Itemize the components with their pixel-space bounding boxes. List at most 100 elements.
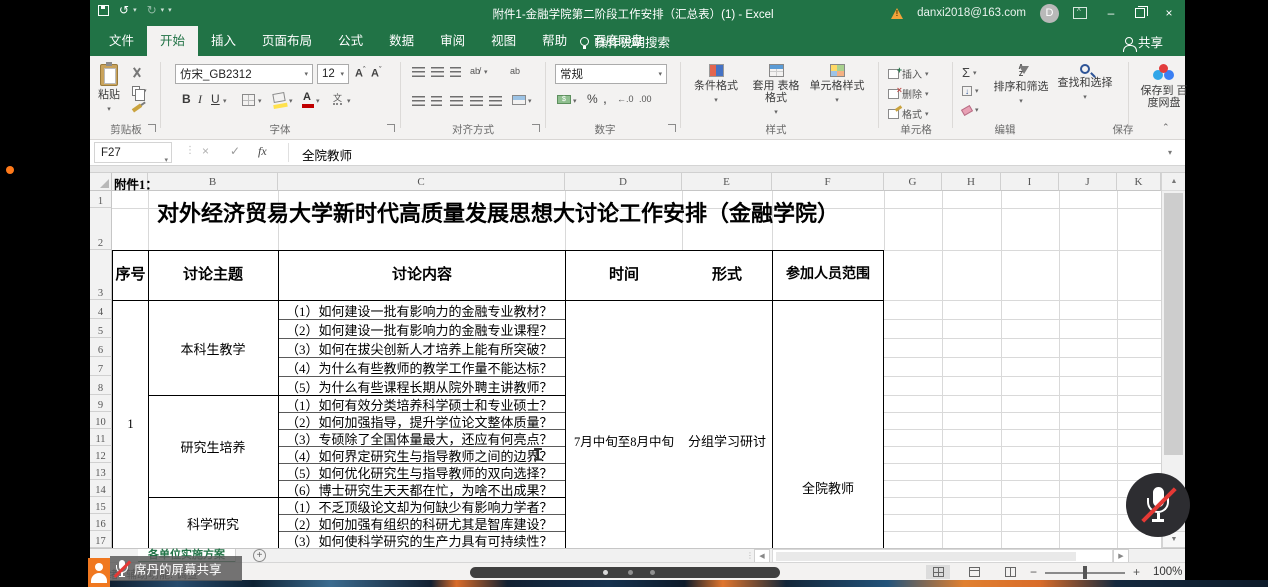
- clipboard-dialog-launcher[interactable]: [148, 124, 156, 132]
- cancel-icon[interactable]: ×: [202, 144, 209, 158]
- tell-me-search[interactable]: 操作说明搜索: [580, 26, 670, 56]
- row-header-11[interactable]: 11: [90, 429, 112, 446]
- font-color-icon[interactable]: A: [303, 92, 311, 103]
- comma-style-icon[interactable]: ,: [603, 90, 607, 106]
- customize-qat-icon[interactable]: ▾: [168, 6, 172, 14]
- topic-cell-2[interactable]: 研究生培养: [149, 396, 277, 497]
- fill-color-icon[interactable]: [272, 92, 285, 103]
- row-header-3[interactable]: 3: [90, 250, 112, 300]
- row-header-10[interactable]: 10: [90, 412, 112, 429]
- row-header-13[interactable]: 13: [90, 463, 112, 480]
- copy-button[interactable]: ▾: [132, 86, 147, 96]
- format-cells-button[interactable]: 格式▾: [888, 106, 929, 121]
- restore-button[interactable]: [1135, 8, 1145, 18]
- menu-tab-审阅[interactable]: 审阅: [427, 26, 478, 56]
- name-box[interactable]: F27▾: [94, 142, 172, 163]
- delete-cells-button[interactable]: 删除▾: [888, 86, 929, 101]
- cell-time[interactable]: 7月中旬至8月中旬: [566, 431, 682, 450]
- collapse-ribbon-icon[interactable]: ⌃: [1162, 122, 1170, 133]
- column-header-G[interactable]: G: [884, 173, 942, 191]
- menu-tab-视图[interactable]: 视图: [478, 26, 529, 56]
- minimize-button[interactable]: –: [1101, 6, 1121, 20]
- find-select-button[interactable]: 查找和选择▾: [1054, 64, 1116, 104]
- increase-decimal-icon[interactable]: ←.0: [617, 94, 634, 104]
- row-header-17[interactable]: 17: [90, 531, 112, 548]
- cell-serial[interactable]: 1: [113, 301, 148, 547]
- fill-button[interactable]: ↓▾: [962, 86, 979, 96]
- row-header-14[interactable]: 14: [90, 480, 112, 497]
- percent-style-icon[interactable]: %: [587, 92, 598, 106]
- vertical-scroll-thumb[interactable]: [1164, 193, 1183, 455]
- column-header-I[interactable]: I: [1001, 173, 1059, 191]
- column-header-H[interactable]: H: [942, 173, 1001, 191]
- row-header-7[interactable]: 7: [90, 357, 112, 376]
- table-row[interactable]: （4）为什么有些教师的教学工作量不能达标？: [279, 358, 565, 377]
- font-name-select[interactable]: 仿宋_GB2312▾: [175, 64, 313, 84]
- header-serial[interactable]: 序号: [113, 250, 148, 300]
- table-row[interactable]: （5）如何优化研究生与指导教师的双向选择？: [279, 464, 565, 481]
- number-format-select[interactable]: 常规▾: [555, 64, 667, 84]
- column-header-J[interactable]: J: [1059, 173, 1117, 191]
- insert-cells-button[interactable]: 插入▾: [888, 66, 929, 81]
- column-header-F[interactable]: F: [772, 173, 884, 191]
- row-header-1[interactable]: 1: [90, 191, 112, 208]
- insert-function-icon[interactable]: fx: [258, 144, 267, 159]
- enter-icon[interactable]: ✓: [230, 144, 240, 158]
- number-dialog-launcher[interactable]: [668, 124, 676, 132]
- table-row[interactable]: （1）如何建设一批有影响力的金融专业教材？: [279, 301, 565, 320]
- hscroll-right-icon[interactable]: ▶: [1113, 549, 1129, 563]
- namebox-splitter[interactable]: ⋮: [185, 145, 195, 156]
- orientation-icon[interactable]: ab̸: [470, 66, 480, 76]
- table-row[interactable]: （3）专硕除了全国体量最大，还应有何亮点？: [279, 430, 565, 447]
- column-header-D[interactable]: D: [565, 173, 682, 191]
- italic-button[interactable]: I: [198, 92, 202, 107]
- align-right-icon[interactable]: [450, 96, 463, 106]
- hscroll-left-icon[interactable]: ◀: [754, 549, 770, 563]
- redo-icon[interactable]: ↻: [147, 4, 157, 16]
- horizontal-scroll-thumb[interactable]: [776, 552, 1076, 561]
- save-to-baidu-button[interactable]: 保存到 百度网盘: [1136, 64, 1192, 109]
- formula-value[interactable]: 全院教师: [302, 145, 352, 164]
- row-header-16[interactable]: 16: [90, 514, 112, 531]
- header-topic[interactable]: 讨论主题: [149, 250, 277, 300]
- row-header-12[interactable]: 12: [90, 446, 112, 463]
- formula-bar-expand-icon[interactable]: ▾: [1168, 148, 1172, 157]
- row-header-4[interactable]: 4: [90, 300, 112, 319]
- cut-button[interactable]: [132, 68, 142, 78]
- font-dialog-launcher[interactable]: [387, 124, 395, 132]
- phonetic-guide-icon[interactable]: 文: [333, 93, 342, 105]
- underline-button[interactable]: U: [211, 92, 220, 106]
- header-time[interactable]: 时间: [566, 250, 682, 300]
- conditional-formatting-button[interactable]: 条件格式▾: [688, 64, 744, 107]
- table-row[interactable]: （3）如何在拔尖创新人才培养上能有所突破？: [279, 339, 565, 358]
- header-content[interactable]: 讨论内容: [279, 250, 565, 300]
- menu-tab-插入[interactable]: 插入: [198, 26, 249, 56]
- format-painter-button[interactable]: [132, 106, 142, 110]
- font-size-select[interactable]: 12▾: [317, 64, 349, 84]
- table-row[interactable]: （4）如何界定研究生与指导教师之间的边界？: [279, 447, 565, 464]
- accounting-format-icon[interactable]: $: [557, 95, 571, 104]
- wrap-text-icon[interactable]: ab: [510, 66, 520, 76]
- table-row[interactable]: （5）为什么有些课程长期从院外聘主讲教师？: [279, 377, 565, 396]
- menu-tab-帮助[interactable]: 帮助: [529, 26, 580, 56]
- column-header-K[interactable]: K: [1117, 173, 1161, 191]
- row-header-6[interactable]: 6: [90, 338, 112, 357]
- cell-styles-button[interactable]: 单元格样式▾: [806, 64, 868, 107]
- row-header-2[interactable]: 2: [90, 208, 112, 250]
- decrease-indent-icon[interactable]: [470, 96, 483, 106]
- save-icon[interactable]: [98, 5, 109, 16]
- table-row[interactable]: （1）不乏顶级论文却为何缺少有影响力学者？: [279, 498, 565, 515]
- row-header-15[interactable]: 15: [90, 497, 112, 514]
- view-page-layout-icon[interactable]: [962, 565, 986, 579]
- increase-indent-icon[interactable]: [489, 96, 502, 106]
- select-all-corner[interactable]: [90, 173, 112, 191]
- shrink-font-icon[interactable]: Aˇ: [371, 67, 381, 80]
- sort-filter-button[interactable]: AZ 排序和筛选▾: [990, 64, 1052, 108]
- table-row[interactable]: （2）如何加强指导，提升学位论文整体质量？: [279, 413, 565, 430]
- horizontal-scrollbar[interactable]: [772, 549, 1113, 563]
- zoom-slider-thumb[interactable]: [1083, 566, 1087, 579]
- scroll-up-icon[interactable]: ▲: [1162, 173, 1185, 191]
- cell-a1[interactable]: 附件1：: [114, 174, 158, 193]
- floating-toolbar[interactable]: [470, 567, 780, 578]
- align-bottom-icon[interactable]: [450, 67, 461, 77]
